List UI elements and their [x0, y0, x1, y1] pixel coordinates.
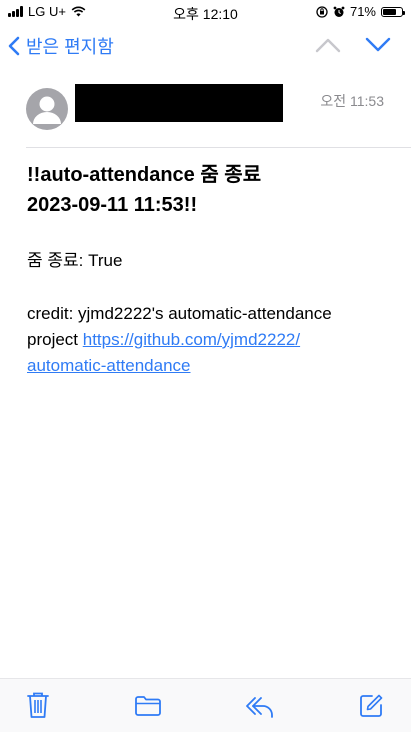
header-divider	[26, 147, 411, 148]
alarm-icon	[333, 6, 345, 17]
back-button[interactable]: 받은 편지함	[8, 33, 114, 59]
chevron-up-icon[interactable]	[315, 36, 341, 54]
email-subject: !!auto-attendance 줌 종료 2023-09-11 11:53!…	[27, 160, 387, 220]
email-time: 오전 11:53	[320, 93, 384, 109]
sender-redacted	[75, 84, 283, 122]
github-link-part1[interactable]: https://github.com/yjmd2222/	[83, 330, 300, 349]
nav-bar: 받은 편지함	[0, 24, 411, 70]
bottom-toolbar	[0, 678, 411, 732]
folder-icon[interactable]	[134, 695, 162, 717]
credit-line-2: project https://github.com/yjmd2222/	[27, 327, 387, 353]
reply-icon[interactable]	[245, 695, 275, 719]
status-right: 71%	[316, 4, 405, 19]
chevron-left-icon	[8, 36, 20, 56]
compose-icon[interactable]	[358, 693, 384, 719]
trash-icon[interactable]	[26, 691, 50, 719]
email-header: 오전 11:53	[0, 70, 411, 150]
battery-percent: 71%	[349, 4, 376, 19]
chevron-down-icon[interactable]	[365, 36, 391, 54]
lock-rotation-icon	[316, 5, 328, 18]
subject-line-2: 2023-09-11 11:53!!	[27, 194, 198, 216]
credit-text: credit: yjmd2222's automatic-attendance	[27, 304, 332, 323]
github-link-part2[interactable]: automatic-attendance	[27, 353, 387, 379]
subject-line-1: !!auto-attendance 줌 종료	[27, 164, 262, 186]
status-bar: LG U+ 오후 12:10 71%	[0, 0, 411, 24]
credit-project: project	[27, 330, 83, 349]
battery-fill	[383, 8, 396, 15]
back-label: 받은 편지함	[26, 37, 114, 57]
battery-icon	[381, 6, 405, 17]
avatar-icon[interactable]	[26, 88, 68, 130]
body-credit: credit: yjmd2222's automatic-attendance …	[27, 301, 387, 379]
body-status: 줌 종료: True	[27, 251, 123, 270]
